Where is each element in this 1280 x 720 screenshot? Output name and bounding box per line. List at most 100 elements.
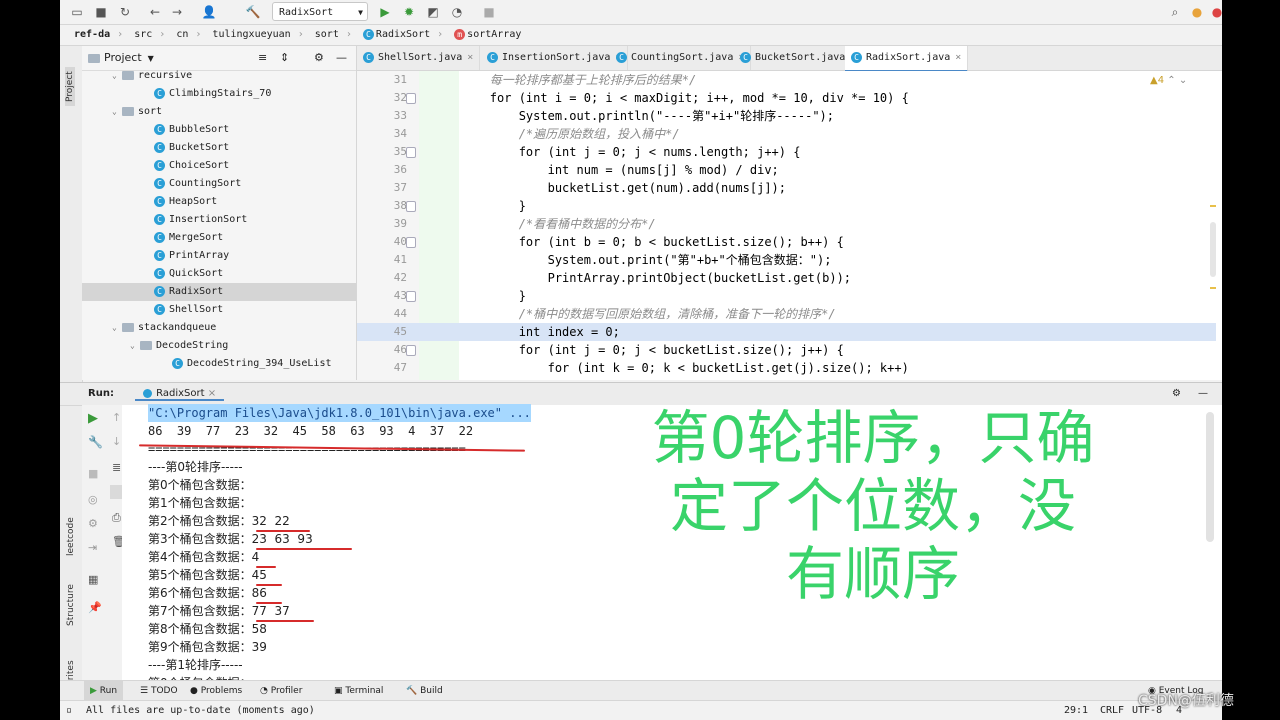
code-line[interactable]: } — [432, 287, 526, 305]
code-line[interactable]: System.out.print("第"+b+"个桶包含数据："); — [432, 251, 832, 269]
coverage-icon[interactable]: ◩ — [424, 3, 442, 21]
code-line[interactable]: /*遍历原始数组，投入桶中*/ — [432, 125, 680, 143]
stop-icon[interactable]: ■ — [88, 467, 98, 480]
exit-icon[interactable]: ⇥ — [88, 541, 97, 554]
line-number[interactable]: 31 — [357, 71, 407, 89]
close-icon[interactable]: × — [955, 52, 961, 63]
breadcrumb-item[interactable]: sortArray — [467, 29, 521, 40]
line-separator[interactable]: CRLF — [1100, 701, 1124, 720]
tree-folder[interactable]: ⌄ sort — [82, 103, 356, 121]
tree-class-item[interactable]: C HeapSort — [82, 193, 356, 211]
tree-folder[interactable]: ⌄ stackandqueue — [82, 319, 356, 337]
breadcrumb-item[interactable]: cn — [176, 29, 188, 40]
chevron-down-icon[interactable]: ⌄ — [112, 103, 122, 121]
tab-shellsort[interactable]: C ShellSort.java × — [357, 46, 481, 70]
tab-countingsort[interactable]: CCountingSort.java× — [610, 46, 752, 70]
editor-scrollbar[interactable] — [1210, 222, 1216, 277]
wrench-icon[interactable]: 🔧 — [88, 435, 103, 449]
code-line[interactable]: for (int k = 0; k < bucketList.get(j).si… — [432, 359, 909, 377]
code-line[interactable]: int num = (nums[j] % mod) / div; — [432, 161, 779, 179]
run-config-select[interactable]: RadixSort ▼ — [272, 2, 368, 21]
search-icon[interactable]: ⌕ — [1166, 3, 1184, 21]
chevron-down-icon[interactable]: ⌄ — [112, 319, 122, 337]
line-number[interactable]: 40 — [357, 233, 407, 251]
code-line[interactable]: System.out.println("----第"+i+"轮排序-----")… — [432, 107, 834, 125]
soft-wrap-icon[interactable]: ≣ — [112, 461, 121, 474]
camera-icon[interactable]: ◎ — [88, 493, 98, 506]
tree-folder[interactable]: ⌄ recursive — [82, 67, 356, 85]
code-line[interactable]: /*看看桶中数据的分布*/ — [432, 215, 656, 233]
fold-marker-icon[interactable] — [406, 237, 416, 248]
breadcrumb-item[interactable]: RadixSort — [376, 29, 430, 40]
code-line[interactable]: for (int b = 0; b < bucketList.size(); b… — [432, 233, 844, 251]
tree-class-item[interactable]: C BubbleSort — [82, 121, 356, 139]
settings-icon[interactable]: ⚙ — [88, 517, 98, 530]
line-number[interactable]: 33 — [357, 107, 407, 125]
leetcode-tool-tab[interactable]: leetcode — [66, 517, 76, 556]
scroll-down-icon[interactable]: ↓ — [112, 435, 121, 448]
fold-marker-icon[interactable] — [406, 345, 416, 356]
code-line[interactable]: 每一轮排序都基于上轮排序后的结果*/ — [432, 71, 696, 89]
code-line[interactable]: for (int i = 0; i < maxDigit; i++, mod *… — [432, 89, 909, 107]
stop-icon[interactable]: ■ — [480, 3, 498, 21]
line-number[interactable]: 38 — [357, 197, 407, 215]
print-icon[interactable]: ⎙ — [112, 511, 121, 525]
tab-bucketsort[interactable]: CBucketSort.java× — [734, 46, 864, 70]
tab-run[interactable]: ▶ Run — [84, 681, 124, 701]
tree-class-item[interactable]: C MergeSort — [82, 229, 356, 247]
debug-icon[interactable]: ✹ — [400, 3, 418, 21]
notification-icon[interactable]: ● — [1208, 3, 1222, 21]
tab-build[interactable]: 🔨 Build — [406, 681, 443, 701]
chevron-down-icon[interactable]: ▼ — [148, 54, 154, 63]
breadcrumb-item[interactable]: tulingxueyuan — [212, 29, 290, 40]
run-icon[interactable]: ▶ — [376, 3, 394, 21]
warnings-indicator[interactable]: ▲4 ⌃ ⌄ — [1150, 75, 1187, 86]
tree-folder[interactable]: ⌄ DecodeString — [82, 337, 356, 355]
refresh-icon[interactable]: ↻ — [116, 3, 134, 21]
tree-class-item[interactable]: C ChoiceSort — [82, 157, 356, 175]
close-icon[interactable]: × — [208, 388, 216, 399]
tab-profiler[interactable]: ◔ Profiler — [260, 681, 302, 701]
line-number[interactable]: 41 — [357, 251, 407, 269]
tab-radixsort[interactable]: C RadixSort.java × — [845, 46, 969, 72]
back-icon[interactable]: ← — [146, 3, 164, 21]
scroll-up-icon[interactable]: ↑ — [112, 411, 121, 424]
code-line[interactable]: /*桶中的数据写回原始数组，清除桶，准备下一轮的排序*/ — [432, 305, 836, 323]
build-hammer-icon[interactable]: 🔨 — [244, 3, 262, 21]
code-line[interactable]: for (int j = 0; j < bucketList.size(); j… — [432, 341, 844, 359]
open-folder-icon[interactable]: ▭ — [68, 3, 86, 21]
code-line[interactable]: PrintArray.printObject(bucketList.get(b)… — [432, 269, 851, 287]
project-tool-tab[interactable]: Project — [65, 67, 75, 106]
close-icon[interactable]: × — [467, 52, 473, 63]
breadcrumb-item[interactable]: ref-da — [74, 29, 110, 40]
layout-icon[interactable]: ▦ — [88, 573, 98, 586]
gear-icon[interactable]: ⚙ — [1172, 383, 1181, 405]
console-scrollbar[interactable] — [1206, 412, 1214, 542]
tab-problems[interactable]: ● Problems — [190, 681, 242, 701]
forward-icon[interactable]: → — [168, 3, 186, 21]
fold-marker-icon[interactable] — [406, 291, 416, 302]
fold-marker-icon[interactable] — [406, 201, 416, 212]
tree-class-item[interactable]: C DecodeString_394_UseList — [82, 355, 356, 373]
rerun-icon[interactable]: ▶ — [88, 411, 98, 426]
code-line[interactable]: for (int j = 0; j < nums.length; j++) { — [432, 143, 801, 161]
line-number[interactable]: 46 — [357, 341, 407, 359]
tab-insertionsort[interactable]: CInsertionSort.java× — [481, 46, 629, 70]
line-number[interactable]: 42 — [357, 269, 407, 287]
project-panel-title[interactable]: Project — [104, 51, 142, 64]
line-number[interactable]: 45 — [357, 323, 407, 341]
warning-marker[interactable] — [1210, 287, 1216, 289]
line-number[interactable]: 37 — [357, 179, 407, 197]
chevron-down-icon[interactable]: ⌄ — [130, 337, 140, 355]
chevron-down-icon[interactable]: ⌄ — [112, 67, 122, 85]
tree-class-item[interactable]: C PrintArray — [82, 247, 356, 265]
tab-terminal[interactable]: ▣ Terminal — [334, 681, 383, 701]
structure-tool-tab[interactable]: Structure — [66, 584, 76, 626]
tree-class-item[interactable]: C BucketSort — [82, 139, 356, 157]
line-number[interactable]: 47 — [357, 359, 407, 377]
save-icon[interactable]: ■ — [92, 3, 110, 21]
line-number[interactable]: 34 — [357, 125, 407, 143]
profile-icon[interactable]: ◔ — [448, 3, 466, 21]
fold-marker-icon[interactable] — [406, 93, 416, 104]
breadcrumb-item[interactable]: src — [134, 29, 152, 40]
